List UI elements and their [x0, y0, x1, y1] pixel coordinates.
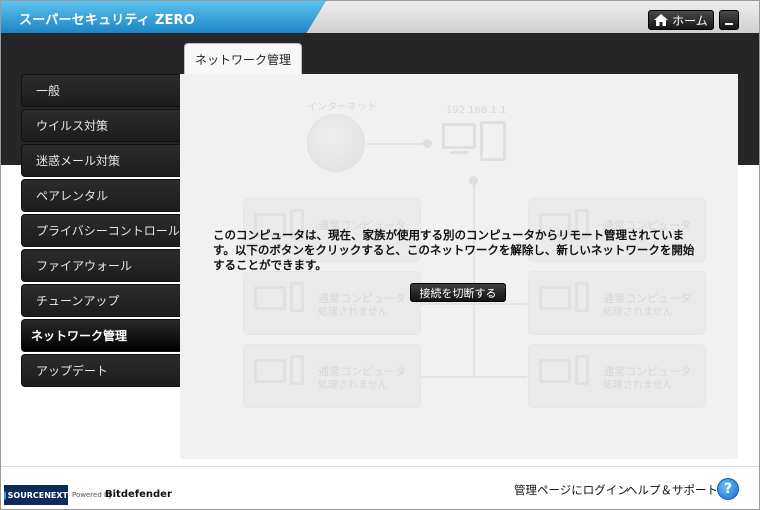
sidebar-item-label: ウイルス対策 [36, 119, 109, 133]
app-title: スーパーセキュリティ ZERO [19, 13, 195, 28]
tower-icon [290, 355, 304, 385]
title-bar: スーパーセキュリティ ZERO ホーム [1, 1, 759, 33]
sidebar: 一般 ウイルス対策 迷惑メール対策 ペアレンタル プライバシーコントロール ファ… [21, 74, 189, 389]
computer-card: 通常コンピュータ 処理されません [528, 271, 706, 335]
computer-card: 通常コンピュータ 処理されません [243, 344, 421, 408]
sidebar-item-network[interactable]: ネットワーク管理 [21, 319, 189, 352]
trunk-dot [469, 176, 478, 185]
tower-icon [290, 282, 304, 312]
sidebar-item-firewall[interactable]: ファイアウォール [21, 249, 181, 282]
computer-card: 通常コンピュータ 処理されません [528, 344, 706, 408]
branch-line [421, 303, 527, 305]
globe-icon [307, 114, 365, 172]
monitor-icon [539, 286, 571, 310]
bitdefender-logo: Bitdefender [105, 489, 172, 500]
tower-icon [575, 282, 589, 312]
monitor-icon [539, 359, 571, 383]
admin-login-link[interactable]: 管理ページにログイン [514, 482, 629, 498]
app-window: スーパーセキュリティ ZERO ホーム 一般 ウイルス対策 迷惑メール対策 ペア… [0, 0, 760, 510]
sidebar-item-label: プライバシーコントロール [36, 224, 180, 238]
sidebar-item-antispam[interactable]: 迷惑メール対策 [21, 144, 181, 177]
sidebar-item-general[interactable]: 一般 [21, 74, 181, 107]
trunk-line [473, 180, 475, 376]
internet-label: インターネット [307, 102, 377, 113]
help-icon[interactable]: ? [717, 478, 739, 500]
home-button[interactable]: ホーム [648, 10, 714, 30]
computer-status: 処理されません [318, 380, 388, 391]
sidebar-item-label: 迷惑メール対策 [36, 154, 121, 168]
sidebar-item-privacy[interactable]: プライバシーコントロール [21, 214, 181, 247]
network-panel: インターネット 192.168.1.1 通常コンピュータ 通常コンピュータ 通常… [180, 74, 738, 459]
remote-managed-message: このコンピュータは、現在、家族が使用する別のコンピュータからリモート管理されてい… [213, 228, 695, 272]
computer-icon [442, 121, 512, 167]
computer-status: 処理されません [603, 307, 673, 318]
sidebar-item-parental[interactable]: ペアレンタル [21, 179, 181, 212]
sidebar-item-label: 一般 [36, 84, 61, 98]
sidebar-item-label: アップデート [36, 364, 109, 378]
computer-status: 処理されません [603, 380, 673, 391]
link-dot [423, 139, 432, 148]
tab-network-management[interactable]: ネットワーク管理 [184, 43, 302, 74]
help-support-link[interactable]: ヘルプ＆サポート [626, 482, 718, 498]
disconnect-button[interactable]: 接続を切断する [410, 283, 506, 302]
link-line [366, 143, 426, 145]
footer-divider [1, 466, 759, 467]
logo-mark [4, 490, 6, 500]
home-label: ホーム [672, 13, 708, 28]
sidebar-item-update[interactable]: アップデート [21, 354, 181, 387]
home-icon [654, 14, 669, 26]
computer-status: 処理されません [318, 307, 388, 318]
sidebar-item-label: ペアレンタル [36, 189, 109, 203]
sidebar-item-label: ファイアウォール [36, 259, 133, 273]
sidebar-item-label: ネットワーク管理 [31, 329, 128, 343]
minimize-button[interactable] [719, 10, 739, 30]
sourcenext-logo: SOURCENEXT [4, 485, 68, 505]
monitor-icon [254, 359, 286, 383]
ip-label: 192.168.1.1 [446, 105, 507, 116]
branch-line [421, 376, 527, 378]
computer-card: 通常コンピュータ 処理されません [243, 271, 421, 335]
sidebar-item-antivirus[interactable]: ウイルス対策 [21, 109, 181, 142]
sidebar-item-tuneup[interactable]: チューンアップ [21, 284, 181, 317]
logo-text: SOURCENEXT [7, 490, 68, 500]
sidebar-item-label: チューンアップ [36, 294, 120, 308]
tower-icon [575, 355, 589, 385]
monitor-icon [254, 286, 286, 310]
